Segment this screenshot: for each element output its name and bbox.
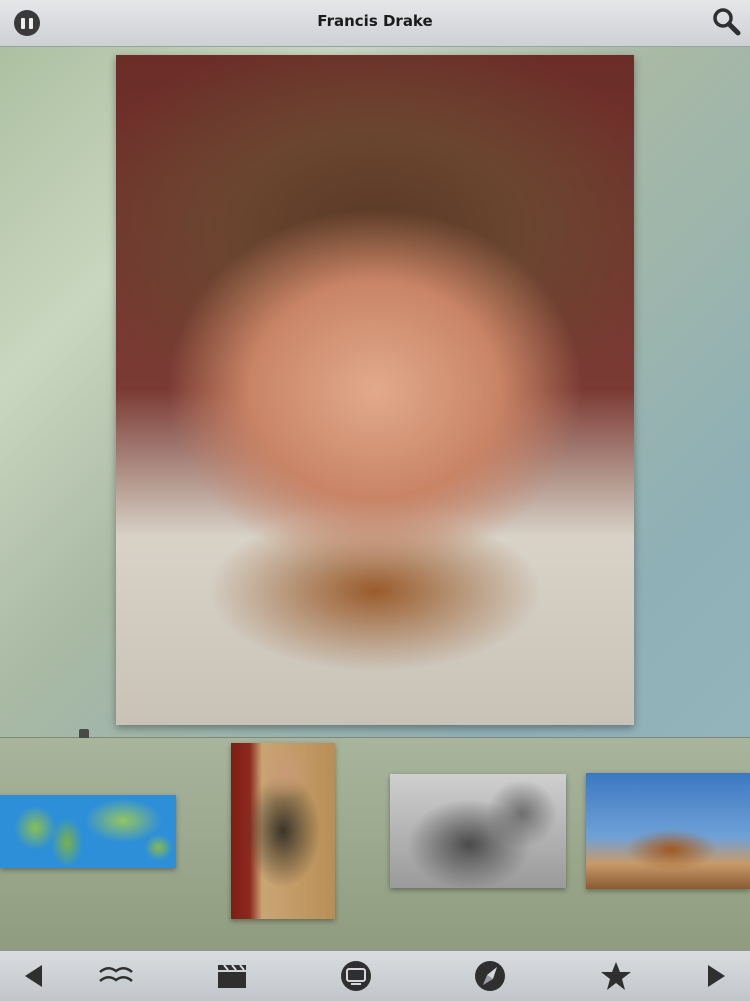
- birds-button[interactable]: [98, 960, 134, 992]
- favorite-button[interactable]: [598, 960, 634, 992]
- previous-button[interactable]: [16, 960, 52, 992]
- next-button[interactable]: [698, 960, 734, 992]
- painted-portrait-thumbnail[interactable]: [231, 743, 335, 919]
- main-portrait-image[interactable]: [116, 55, 634, 725]
- engraving-thumbnail[interactable]: [390, 774, 566, 888]
- ship-thumbnail[interactable]: [586, 773, 750, 889]
- page-title: Francis Drake: [317, 12, 433, 30]
- compass-button[interactable]: [472, 960, 508, 992]
- screen-icon: [341, 961, 371, 991]
- clapperboard-button[interactable]: [214, 960, 250, 992]
- birds-icon: [99, 967, 133, 982]
- clapperboard-icon: [218, 964, 246, 988]
- search-icon: [713, 8, 741, 36]
- compass-icon: [475, 961, 505, 991]
- star-icon: [601, 962, 631, 990]
- next-arrow-icon: [708, 965, 725, 987]
- screen-button[interactable]: [338, 960, 374, 992]
- bottom-toolbar: [0, 950, 750, 1001]
- top-bar: Francis Drake: [0, 0, 750, 47]
- search-button[interactable]: [710, 6, 742, 38]
- previous-arrow-icon: [25, 965, 42, 987]
- world-map-thumbnail[interactable]: [0, 795, 176, 868]
